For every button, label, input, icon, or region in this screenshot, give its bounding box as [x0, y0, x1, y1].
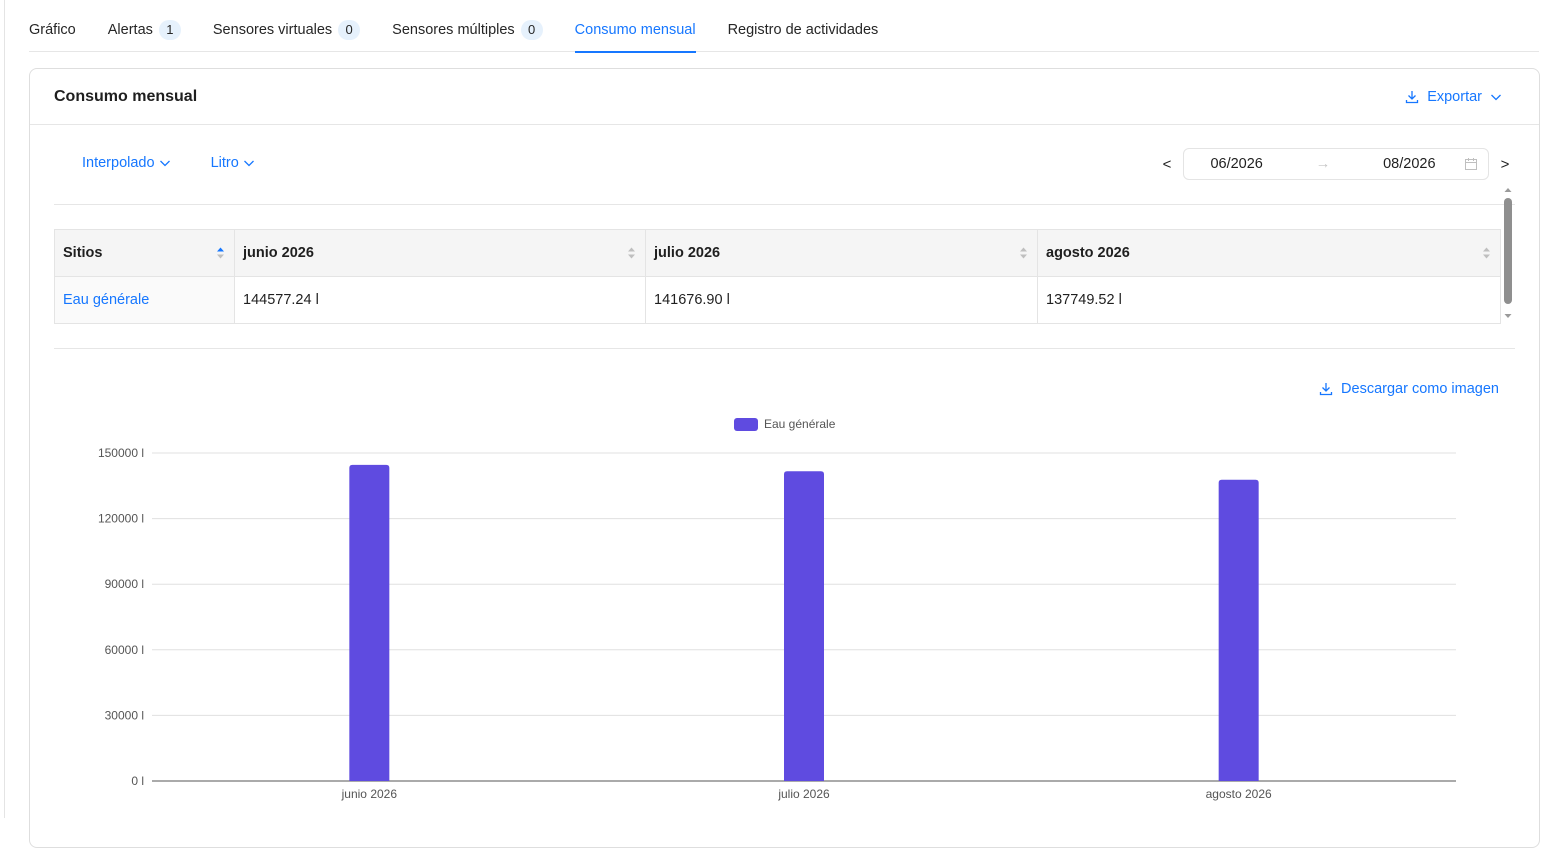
- y-tick-label: 0 l: [131, 774, 144, 788]
- bar: [784, 471, 824, 781]
- x-tick-label: agosto 2026: [1206, 787, 1272, 801]
- y-tick-label: 30000 l: [105, 708, 144, 722]
- x-tick-label: junio 2026: [341, 787, 398, 801]
- bar: [1218, 479, 1259, 781]
- consumption-bar-chart: 0 l 30000 l 60000 l 90000 l 120000 l 150000 l…: [98, 417, 1456, 801]
- legend-swatch: [734, 418, 758, 431]
- bar: [349, 464, 390, 781]
- y-tick-label: 150000 l: [98, 446, 144, 460]
- y-tick-label: 90000 l: [105, 577, 144, 591]
- y-tick-label: 60000 l: [105, 643, 144, 657]
- y-tick-label: 120000 l: [98, 512, 144, 526]
- legend-label: Eau générale: [764, 417, 836, 431]
- x-tick-label: julio 2026: [777, 787, 830, 801]
